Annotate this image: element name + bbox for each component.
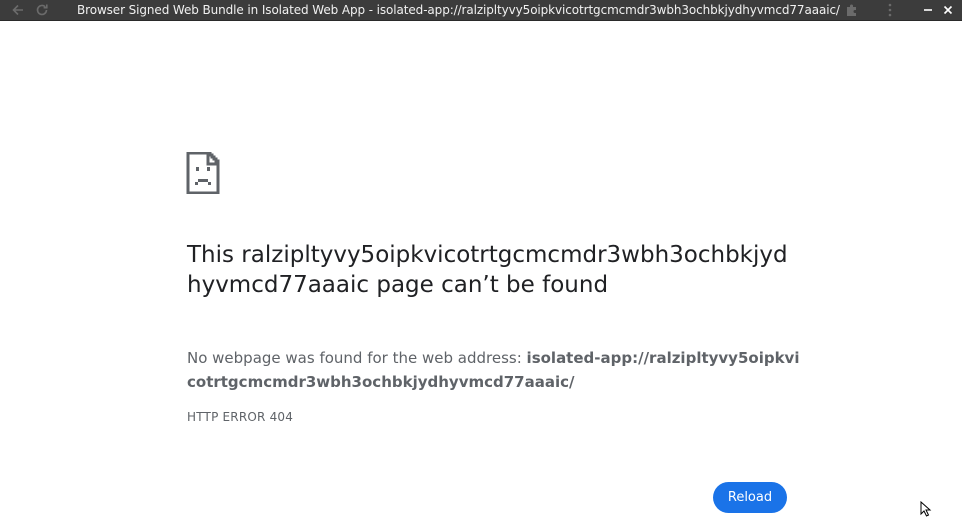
kebab-menu-icon[interactable] (880, 1, 900, 19)
minimize-icon[interactable] (918, 1, 938, 19)
error-heading: This ralzipltyvy5oipkvicotrtgcmcmdr3wbh3… (187, 242, 788, 298)
mouse-cursor-icon (920, 500, 932, 517)
error-code: HTTP ERROR 404 (187, 410, 294, 424)
navigation-controls (0, 2, 66, 18)
error-description: No webpage was found for the web address… (187, 346, 807, 394)
window-titlebar: Browser Signed Web Bundle in Isolated We… (0, 0, 962, 21)
reload-icon[interactable] (34, 2, 50, 18)
error-description-text: No webpage was found for the web address… (187, 349, 527, 367)
back-arrow-icon[interactable] (10, 2, 26, 18)
sad-page-icon (186, 151, 222, 195)
close-icon[interactable] (938, 1, 958, 19)
window-controls (842, 1, 962, 19)
window-title: Browser Signed Web Bundle in Isolated We… (77, 3, 840, 17)
reload-button[interactable]: Reload (713, 482, 787, 513)
puzzle-piece-icon[interactable] (842, 1, 862, 19)
